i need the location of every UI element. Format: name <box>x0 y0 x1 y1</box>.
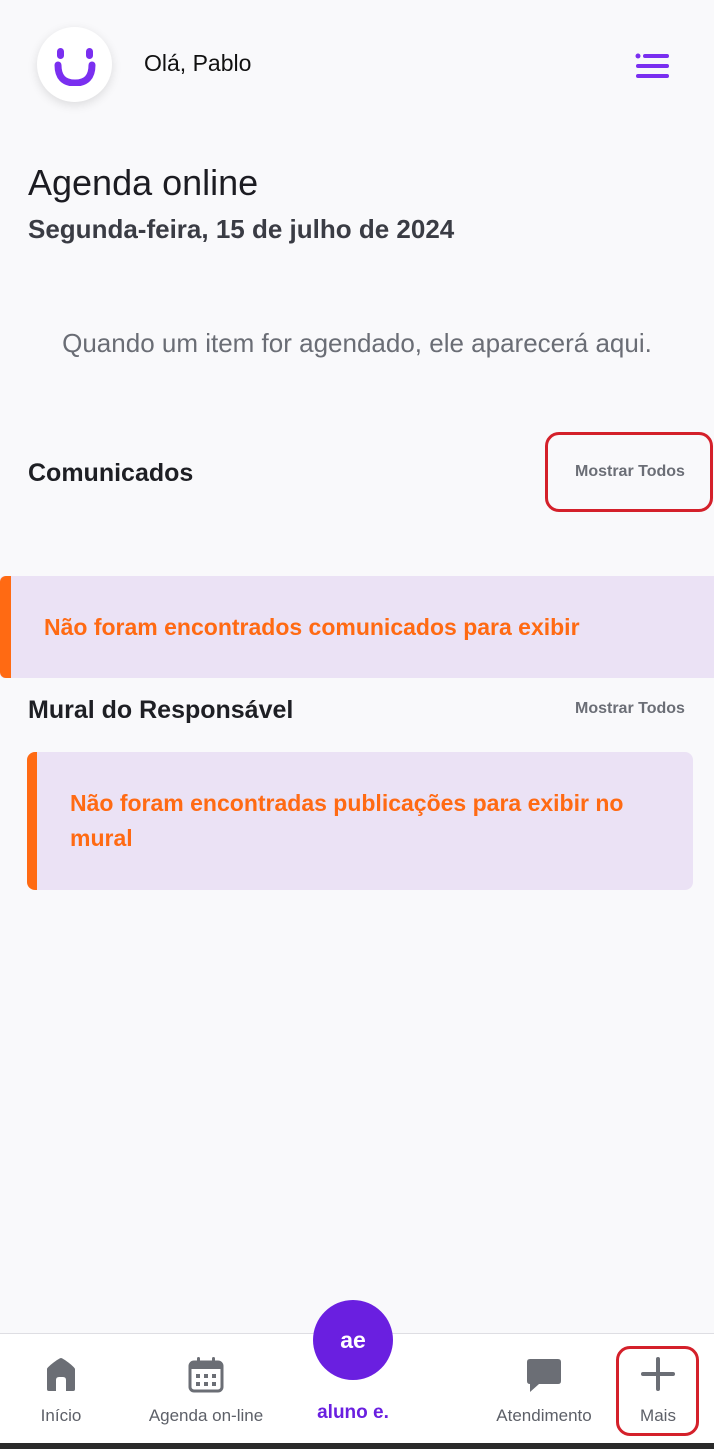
app-header: Olá, Pablo <box>0 0 714 130</box>
mural-title: Mural do Responsável <box>28 696 294 724</box>
nav-item-inicio[interactable]: Início <box>20 1334 102 1444</box>
comunicados-title: Comunicados <box>28 459 194 487</box>
home-icon <box>47 1358 75 1391</box>
menu-button[interactable] <box>630 48 676 84</box>
comunicados-empty-notice: Não foram encontrados comunicados para e… <box>0 576 714 678</box>
hamburger-menu-icon <box>635 53 669 78</box>
mural-show-all-link[interactable]: Mostrar Todos <box>575 700 685 718</box>
page-title: Agenda online <box>28 162 259 203</box>
nav-item-agenda[interactable]: Agenda on-line <box>135 1334 277 1444</box>
agenda-empty-message: Quando um item for agendado, ele aparece… <box>62 328 652 358</box>
notice-accent-bar <box>27 752 37 890</box>
profile-avatar-label[interactable]: aluno e. <box>293 1402 413 1424</box>
nav-item-atendimento[interactable]: Atendimento <box>485 1334 603 1444</box>
comunicados-empty-text: Não foram encontrados comunicados para e… <box>44 613 580 640</box>
greeting-text: Olá, Pablo <box>144 50 252 76</box>
nav-label: Agenda on-line <box>148 1406 264 1425</box>
page-date: Segunda-feira, 15 de julho de 2024 <box>28 214 455 244</box>
nav-label: Atendimento <box>496 1406 592 1425</box>
notice-accent-bar <box>0 576 11 678</box>
highlight-annotation-mais <box>616 1346 699 1436</box>
mural-empty-notice: Não foram encontradas publicações para e… <box>27 752 693 890</box>
smile-logo-icon <box>54 47 95 86</box>
mural-empty-text: Não foram encontradas publicações para e… <box>70 790 624 851</box>
highlight-annotation-show-all <box>545 432 713 512</box>
app-logo <box>37 27 112 102</box>
profile-avatar-button[interactable]: ae <box>313 1300 393 1380</box>
system-bottom-bar <box>0 1443 714 1449</box>
nav-label: Início <box>40 1406 82 1425</box>
chat-bubble-icon <box>527 1359 561 1392</box>
calendar-icon <box>188 1357 224 1393</box>
